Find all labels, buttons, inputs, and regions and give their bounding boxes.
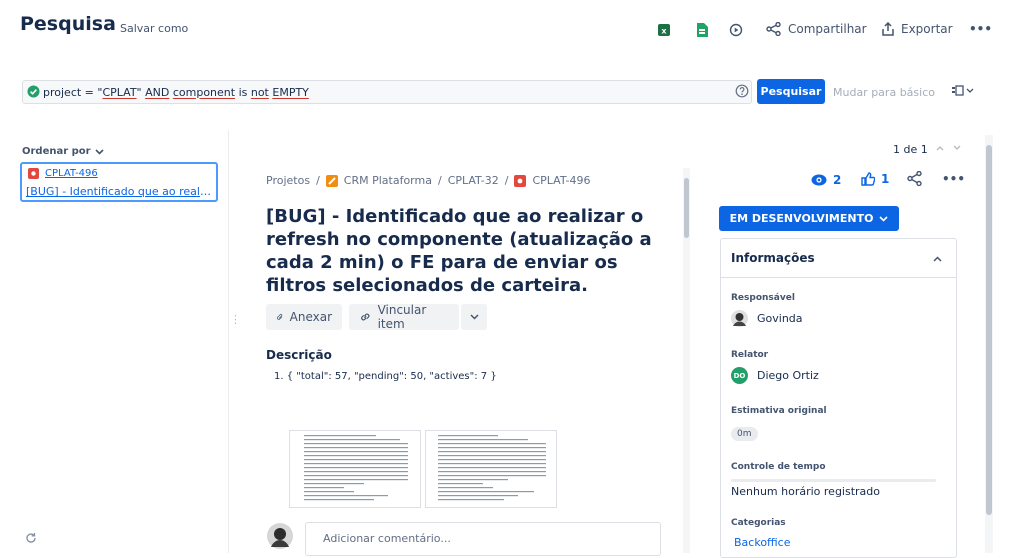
save-as-button[interactable]: Salvar como bbox=[120, 22, 188, 35]
export-button[interactable]: Exportar bbox=[881, 22, 953, 36]
refresh-icon[interactable] bbox=[25, 532, 37, 544]
bug-icon bbox=[28, 168, 39, 179]
result-summary[interactable]: [BUG] - Identificado que ao realizar o r… bbox=[26, 185, 214, 198]
breadcrumb-issue-key[interactable]: CPLAT-496 bbox=[532, 174, 590, 187]
export-label: Exportar bbox=[901, 22, 953, 36]
jql-query-field[interactable]: project = "CPLAT" AND component is not E… bbox=[22, 80, 752, 104]
panel-resize-handle[interactable]: ⋮ bbox=[230, 314, 241, 325]
details-panel: Informações Responsável Govinda Relator … bbox=[720, 238, 957, 558]
user-avatar bbox=[267, 523, 293, 549]
link-item-button[interactable]: Vincular item bbox=[349, 303, 459, 331]
jql-query-text: project = "CPLAT" AND component is not E… bbox=[43, 85, 309, 99]
share-icon bbox=[766, 22, 781, 36]
description-heading: Descrição bbox=[266, 348, 332, 362]
switch-to-basic-link[interactable]: Mudar para básico bbox=[833, 86, 935, 99]
attachment-thumbnail[interactable] bbox=[425, 430, 557, 508]
breadcrumb: Projetos / CRM Plataforma / CPLAT-32 / C… bbox=[266, 174, 591, 187]
category-link[interactable]: Backoffice bbox=[734, 536, 791, 549]
details-heading[interactable]: Informações bbox=[731, 251, 815, 265]
assignee-field[interactable]: Govinda bbox=[731, 310, 803, 327]
scrollbar-thumb[interactable] bbox=[986, 145, 992, 515]
original-estimate-label: Estimativa original bbox=[731, 406, 827, 416]
chevron-up-icon[interactable] bbox=[936, 145, 944, 151]
categories-label: Categorias bbox=[731, 518, 786, 528]
share-label: Compartilhar bbox=[788, 22, 867, 36]
status-dropdown[interactable]: EM DESENVOLVIMENTO bbox=[719, 206, 899, 231]
code-screenshot-image bbox=[304, 435, 408, 501]
more-actions-dropdown[interactable] bbox=[461, 304, 487, 330]
chevron-down-icon bbox=[879, 215, 889, 222]
share-icon[interactable] bbox=[907, 171, 923, 186]
pagination-text: 1 de 1 bbox=[893, 143, 928, 156]
share-button[interactable]: Compartilhar bbox=[766, 22, 867, 36]
reporter-field[interactable]: DO Diego Ortiz bbox=[731, 367, 819, 384]
chevron-down-icon[interactable] bbox=[953, 145, 961, 151]
more-actions-button[interactable]: ••• bbox=[969, 22, 992, 36]
watchers-button[interactable]: 2 bbox=[811, 173, 841, 187]
reporter-avatar: DO bbox=[731, 367, 748, 384]
paperclip-icon bbox=[277, 313, 283, 320]
more-options-button[interactable]: ••• bbox=[942, 172, 965, 186]
view-switcher-button[interactable] bbox=[950, 83, 976, 99]
divider bbox=[721, 277, 956, 278]
google-sheets-icon[interactable] bbox=[694, 22, 710, 38]
code-screenshot-image bbox=[438, 435, 546, 501]
page-title: Pesquisa bbox=[20, 13, 116, 35]
help-icon[interactable] bbox=[735, 84, 749, 98]
order-by-label: Ordenar por bbox=[22, 146, 91, 157]
attach-button[interactable]: Anexar bbox=[266, 304, 342, 330]
issue-scrollbar[interactable] bbox=[683, 168, 690, 553]
result-card[interactable]: CPLAT-496 [BUG] - Identificado que ao re… bbox=[20, 162, 218, 202]
chevron-down-icon bbox=[95, 148, 104, 155]
eye-icon bbox=[811, 174, 827, 186]
comment-placeholder: Adicionar comentário... bbox=[323, 532, 451, 545]
breadcrumb-parent[interactable]: CPLAT-32 bbox=[448, 174, 499, 187]
result-key-link[interactable]: CPLAT-496 bbox=[28, 168, 98, 179]
reporter-label: Relator bbox=[731, 350, 769, 360]
excel-icon[interactable]: x bbox=[656, 22, 672, 38]
time-tracking-bar[interactable] bbox=[731, 479, 936, 482]
issue-title[interactable]: [BUG] - Identificado que ao realizar o r… bbox=[266, 205, 676, 297]
time-tracking-value: Nenhum horário registrado bbox=[731, 485, 880, 498]
breadcrumb-project[interactable]: CRM Plataforma bbox=[344, 174, 432, 187]
breadcrumb-projects[interactable]: Projetos bbox=[266, 174, 310, 187]
vote-button[interactable]: 1 bbox=[861, 172, 889, 186]
chevron-down-icon bbox=[469, 314, 479, 320]
link-icon bbox=[361, 313, 370, 321]
time-tracking-label: Controle de tempo bbox=[731, 462, 826, 472]
order-by-button[interactable]: Ordenar por bbox=[22, 146, 104, 157]
assignee-name: Govinda bbox=[757, 312, 803, 325]
attachment-thumbnail[interactable] bbox=[289, 430, 421, 508]
original-estimate-value[interactable]: 0m bbox=[731, 427, 758, 441]
bug-icon bbox=[514, 174, 527, 187]
search-button[interactable]: Pesquisar bbox=[757, 79, 825, 104]
play-circle-icon[interactable] bbox=[728, 22, 744, 38]
page-scrollbar[interactable] bbox=[985, 135, 993, 553]
svg-text:x: x bbox=[661, 27, 667, 36]
description-list-item: 1. { "total": 57, "pending": 50, "active… bbox=[274, 371, 497, 382]
reporter-name: Diego Ortiz bbox=[757, 369, 819, 382]
project-avatar-icon bbox=[325, 174, 338, 187]
scrollbar-thumb[interactable] bbox=[684, 178, 689, 238]
assignee-avatar bbox=[731, 310, 748, 327]
export-icon bbox=[882, 22, 894, 36]
thumbs-up-icon bbox=[861, 172, 875, 186]
comment-input[interactable]: Adicionar comentário... bbox=[305, 522, 661, 556]
chevron-up-icon[interactable] bbox=[933, 256, 942, 262]
list-view-icon bbox=[952, 85, 974, 96]
assignee-label: Responsável bbox=[731, 293, 795, 303]
valid-query-icon bbox=[27, 85, 40, 98]
